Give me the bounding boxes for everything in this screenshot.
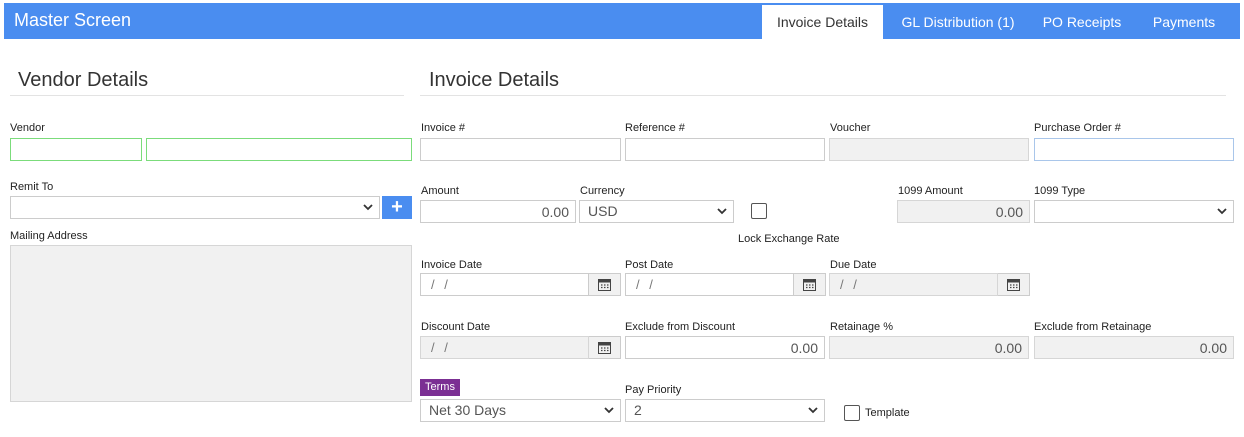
retainage-pct-input bbox=[829, 336, 1029, 359]
voucher-input bbox=[829, 138, 1029, 161]
currency-label: Currency bbox=[580, 185, 625, 197]
lock-exchange-rate-label: Lock Exchange Rate bbox=[738, 233, 840, 245]
tab-invoice-details[interactable]: Invoice Details bbox=[762, 5, 883, 39]
vendor-label: Vendor bbox=[10, 122, 45, 134]
exclude-from-retainage-label: Exclude from Retainage bbox=[1034, 321, 1152, 333]
add-remit-to-button[interactable]: + bbox=[382, 196, 412, 219]
post-date-picker-button[interactable] bbox=[794, 273, 826, 296]
currency-value: USD bbox=[588, 203, 618, 219]
invoice-date-input[interactable]: / / bbox=[420, 273, 589, 296]
terms-select[interactable]: Net 30 Days bbox=[420, 399, 621, 422]
post-date-value: / / bbox=[636, 277, 656, 292]
invoice-section-divider bbox=[420, 95, 1226, 96]
chevron-down-icon bbox=[716, 205, 728, 217]
discount-date-value: / / bbox=[431, 340, 451, 355]
vendor-details-title: Vendor Details bbox=[18, 69, 149, 91]
purchase-order-input[interactable] bbox=[1034, 138, 1234, 161]
template-label: Template bbox=[865, 407, 910, 419]
chevron-down-icon bbox=[807, 404, 819, 416]
amount-1099-label: 1099 Amount bbox=[898, 185, 963, 197]
invoice-no-label: Invoice # bbox=[421, 122, 466, 134]
exclude-from-discount-label: Exclude from Discount bbox=[625, 321, 736, 333]
due-date-picker-button[interactable] bbox=[998, 273, 1030, 296]
lock-exchange-rate-checkbox[interactable] bbox=[751, 203, 767, 219]
type-1099-label: 1099 Type bbox=[1034, 185, 1086, 197]
amount-input[interactable] bbox=[420, 200, 576, 223]
calendar-icon bbox=[803, 279, 816, 291]
pay-priority-value: 2 bbox=[634, 402, 642, 418]
mailing-address-label: Mailing Address bbox=[10, 230, 88, 242]
tab-po-receipts[interactable]: PO Receipts bbox=[1030, 5, 1134, 39]
discount-date-picker-button[interactable] bbox=[589, 336, 621, 359]
purchase-order-label: Purchase Order # bbox=[1034, 122, 1121, 134]
reference-no-input[interactable] bbox=[625, 138, 825, 161]
type-1099-select[interactable] bbox=[1034, 200, 1234, 223]
amount-1099-input bbox=[897, 200, 1030, 223]
template-checkbox[interactable] bbox=[844, 405, 860, 421]
reference-no-label: Reference # bbox=[625, 122, 685, 134]
header-bar: Master Screen Invoice Details GL Distrib… bbox=[4, 3, 1240, 39]
invoice-date-picker-button[interactable] bbox=[589, 273, 621, 296]
due-date-value: / / bbox=[840, 277, 860, 292]
remit-to-label: Remit To bbox=[10, 181, 54, 193]
voucher-label: Voucher bbox=[830, 122, 871, 134]
post-date-input[interactable]: / / bbox=[625, 273, 794, 296]
exclude-from-retainage-input bbox=[1034, 336, 1234, 359]
vendor-section-divider bbox=[10, 95, 404, 96]
discount-date-label: Discount Date bbox=[421, 321, 491, 333]
invoice-date-label: Invoice Date bbox=[421, 259, 483, 271]
due-date-input: / / bbox=[829, 273, 998, 296]
amount-label: Amount bbox=[421, 185, 459, 197]
currency-select[interactable]: USD bbox=[579, 200, 734, 223]
invoice-no-input[interactable] bbox=[420, 138, 621, 161]
chevron-down-icon bbox=[1216, 205, 1228, 217]
terms-value: Net 30 Days bbox=[429, 402, 507, 418]
terms-label: Terms bbox=[420, 379, 460, 396]
chevron-down-icon bbox=[362, 201, 374, 213]
chevron-down-icon bbox=[603, 404, 615, 416]
calendar-icon bbox=[1007, 279, 1020, 291]
tab-gl-distribution[interactable]: GL Distribution (1) bbox=[888, 5, 1028, 39]
vendor-code-input[interactable] bbox=[10, 138, 142, 161]
retainage-pct-label: Retainage % bbox=[830, 321, 893, 333]
pay-priority-select[interactable]: 2 bbox=[625, 399, 825, 422]
calendar-icon bbox=[598, 342, 611, 354]
due-date-label: Due Date bbox=[830, 259, 877, 271]
invoice-details-title: Invoice Details bbox=[429, 69, 560, 91]
post-date-label: Post Date bbox=[625, 259, 674, 271]
mailing-address-textarea[interactable] bbox=[10, 245, 412, 402]
app-title: Master Screen bbox=[14, 10, 132, 30]
pay-priority-label: Pay Priority bbox=[625, 384, 682, 396]
calendar-icon bbox=[598, 279, 611, 291]
discount-date-input: / / bbox=[420, 336, 589, 359]
remit-to-select[interactable] bbox=[10, 196, 380, 219]
plus-icon: + bbox=[391, 196, 403, 218]
exclude-from-discount-input[interactable] bbox=[625, 336, 825, 359]
tab-payments[interactable]: Payments bbox=[1138, 5, 1230, 39]
invoice-date-value: / / bbox=[431, 277, 451, 292]
vendor-name-input[interactable] bbox=[146, 138, 412, 161]
